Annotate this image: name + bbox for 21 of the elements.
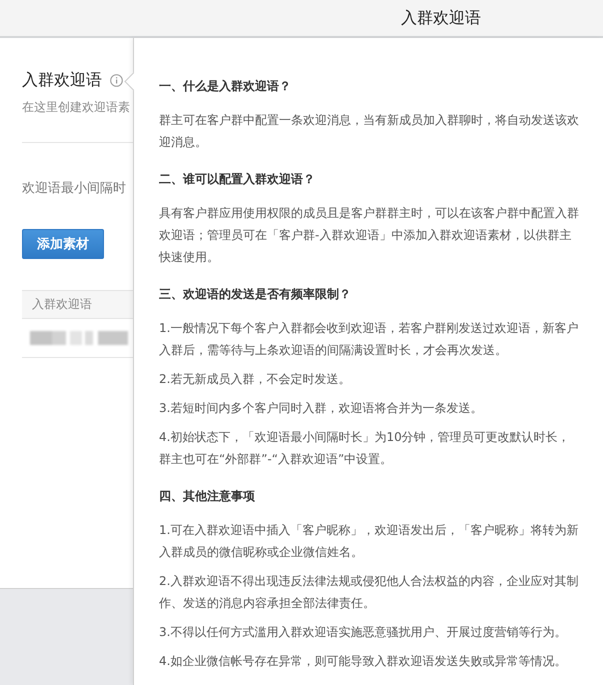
help-paragraph: 4.如企业微信帐号存在异常，则可能导致入群欢迎语发送失败或异常等情况。 [159, 653, 568, 670]
section-heading: 二、谁可以配置入群欢迎语？ [159, 171, 316, 188]
help-paragraph: 1.可在入群欢迎语中插入「客户昵称」，欢迎语发出后，「客户昵称」将转为新入群成员的微信昵称或企业微信姓名。 [159, 522, 580, 561]
column-header: 入群欢迎语 [32, 296, 92, 313]
interval-label: 欢迎语最小间隔时 [22, 180, 127, 197]
section-heading: 四、其他注意事项 [159, 488, 256, 505]
help-paragraph: 3.不得以任何方式滥用入群欢迎语实施恶意骚扰用户、开展过度营销等行为。 [159, 624, 568, 641]
info-icon[interactable] [110, 74, 123, 87]
add-material-button[interactable]: 添加素材 [22, 229, 104, 259]
help-paragraph: 2.若无新成员入群，不会定时发送。 [159, 371, 352, 388]
help-paragraph: 具有客户群应用使用权限的成员且是客户群群主时，可以在该客户群中配置入群欢迎语；管理员可在「客户群-入群欢迎语」中添加入群欢迎语素材，以供群主快速使用。 [159, 205, 580, 266]
section-heading: 一、什么是入群欢迎语？ [159, 78, 292, 95]
help-paragraph: 4.初始状态下，「欢迎语最小间隔时长」为10分钟，管理员可更改默认时长，群主也可在“外部群”-“入群欢迎语”中设置。 [159, 429, 571, 468]
help-paragraph: 2.入群欢迎语不得出现违反法律法规或侵犯他人合法权益的内容，企业应对其制作、发送的消息内容承担全部法律责任。 [159, 573, 580, 612]
page-title: 入群欢迎语 [22, 70, 102, 91]
help-paragraph: 群主可在客户群中配置一条欢迎消息，当有新成员加入群聊时，将自动发送该欢迎消息。 [159, 112, 580, 151]
section-heading: 三、欢迎语的发送是否有频率限制？ [159, 286, 352, 303]
page-header-title: 入群欢迎语 [401, 8, 481, 28]
page-subtitle: 在这里创建欢迎语素 [22, 99, 131, 116]
help-paragraph: 3.若短时间内多个客户同时入群，欢迎语将合并为一条发送。 [159, 400, 484, 417]
help-paragraph: 1.一般情况下每个客户入群都会收到欢迎语，若客户群刚发送过欢迎语，新客户入群后，需等待与上条欢迎语的间隔满设置时长，才会再次发送。 [159, 320, 580, 359]
